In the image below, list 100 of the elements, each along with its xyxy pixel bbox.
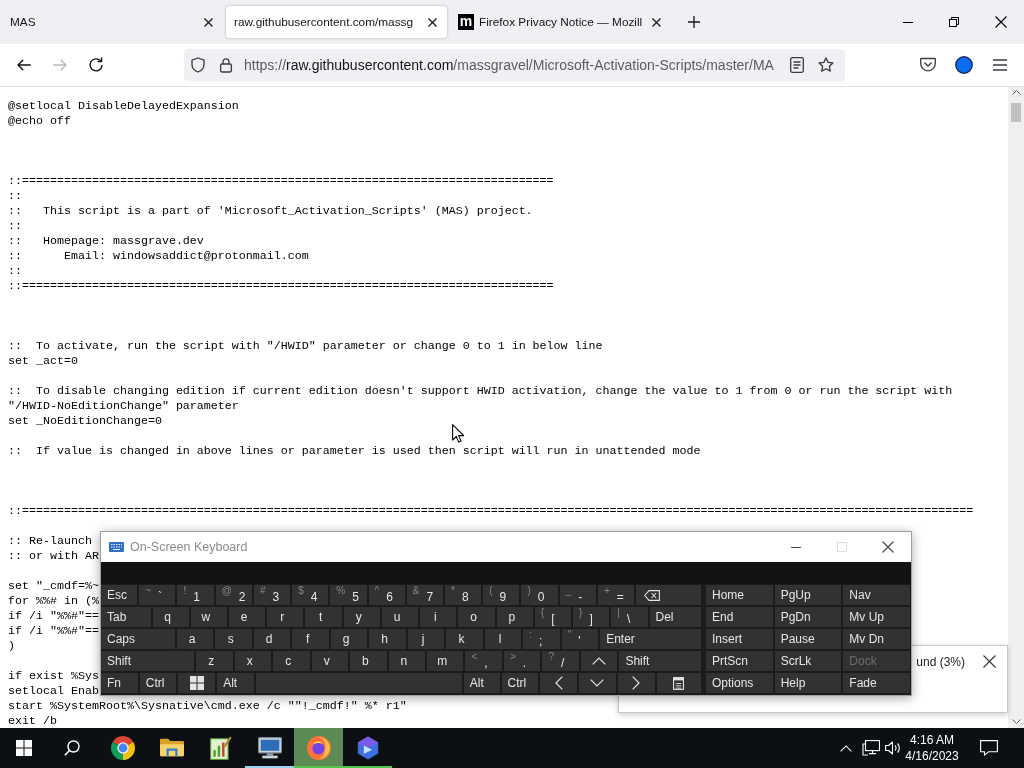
close-icon[interactable]	[428, 17, 437, 27]
keyboard-key[interactable]: Fade	[843, 673, 910, 693]
keyboard-key[interactable]: } ]	[573, 607, 610, 627]
browser-tab[interactable]: m Firefox Privacy Notice — Mozill	[450, 6, 671, 38]
keyboard-key[interactable]: j	[407, 629, 445, 649]
keyboard-key[interactable]	[656, 673, 701, 693]
keyboard-key[interactable]: Alt	[217, 673, 254, 693]
lock-icon[interactable]	[218, 57, 234, 73]
keyboard-key[interactable]: Home	[706, 585, 773, 605]
keyboard-key[interactable]: # 3	[253, 585, 291, 605]
keyboard-key[interactable]: g	[330, 629, 368, 649]
keyboard-key[interactable]: a	[176, 629, 214, 649]
keyboard-key[interactable]: Mv Dn	[843, 629, 910, 649]
keyboard-key[interactable]: Nav	[843, 585, 910, 605]
keyboard-key[interactable]: Fn	[101, 673, 138, 693]
browser-tab[interactable]: MAS	[2, 6, 223, 38]
volume-icon[interactable]	[885, 741, 901, 755]
keyboard-key[interactable]: ? /	[542, 651, 579, 671]
keyboard-key[interactable]: Options	[706, 673, 773, 693]
keyboard-key[interactable]: Ctrl	[139, 673, 177, 693]
close-icon[interactable]	[204, 17, 213, 27]
page-icon[interactable]	[789, 57, 805, 73]
keyboard-key[interactable]: Pause	[774, 629, 842, 649]
windows-logo-icon	[16, 740, 32, 756]
keyboard-key[interactable]: Shift	[619, 651, 701, 671]
browser-tab[interactable]: raw.githubusercontent.com/massg	[226, 6, 447, 38]
keyboard-key[interactable]: PrtScn	[706, 651, 773, 671]
keyboard-key[interactable]: s	[215, 629, 252, 649]
keyboard-key[interactable]: End	[706, 607, 773, 627]
network-icon[interactable]	[862, 740, 880, 756]
keyboard-key[interactable]: k	[446, 629, 483, 649]
keyboard-key[interactable]: _ -	[559, 585, 596, 605]
keyboard-key[interactable]: h	[369, 629, 406, 649]
keyboard-key[interactable]: d	[253, 629, 291, 649]
keyboard-key[interactable]: l	[484, 629, 522, 649]
keyboard-key[interactable]: : ;	[523, 629, 560, 649]
keyboard-key[interactable]: ( 9	[483, 585, 520, 605]
keyboard-key[interactable]: $ 4	[292, 585, 329, 605]
keyboard-key[interactable]: ^ 6	[368, 585, 405, 605]
keyboard-key[interactable]: Enter	[600, 629, 701, 649]
keyboard-key[interactable]: z	[196, 651, 233, 671]
keyboard-key[interactable]: f	[292, 629, 329, 649]
keyboard-key[interactable]: m	[427, 651, 464, 671]
notification-icon[interactable]	[980, 740, 998, 756]
clock[interactable]: 4:16 AM 4/16/2023	[904, 728, 960, 768]
keyboard-key[interactable]: ~ `	[139, 585, 176, 605]
keyboard-key[interactable]: v	[311, 651, 349, 671]
keyboard-key[interactable]: o	[458, 607, 495, 627]
keyboard-key[interactable]: @ 2	[215, 585, 252, 605]
chevron-up-icon[interactable]	[1011, 90, 1021, 95]
keyboard-key[interactable]: t	[305, 607, 342, 627]
code-line: set _act=0	[8, 354, 78, 368]
chevron-down-icon[interactable]	[1011, 719, 1021, 724]
keyboard-key[interactable]: Tab	[101, 607, 151, 627]
keyboard-key[interactable]: & 7	[406, 585, 444, 605]
keyboard-key[interactable]: PgDn	[774, 607, 842, 627]
close-icon	[994, 16, 1007, 28]
address-bar[interactable]: https://raw.githubusercontent.com/massgravel/Microsoft-Activation-Scripts/master/MA	[184, 49, 845, 81]
close-icon[interactable]	[983, 655, 996, 668]
keyboard-key[interactable]: Ctrl	[501, 673, 539, 693]
keyboard-key[interactable]: { [	[534, 607, 572, 627]
keyboard-key[interactable]	[178, 673, 216, 693]
keyboard-key[interactable]: < ,	[465, 651, 502, 671]
keyboard-key[interactable]: u	[381, 607, 419, 627]
keyboard-key[interactable]: Shift	[101, 651, 195, 671]
star-icon[interactable]	[818, 57, 834, 73]
keyboard-key[interactable]: Mv Up	[843, 607, 910, 627]
keyboard-key[interactable]: i	[420, 607, 457, 627]
keyboard-key[interactable]: e	[229, 607, 266, 627]
keyboard-key[interactable]: p	[496, 607, 533, 627]
keyboard-key[interactable]: c	[273, 651, 310, 671]
close-icon[interactable]	[652, 17, 661, 27]
keyboard-key[interactable]: r	[267, 607, 304, 627]
keyboard-key[interactable]: > .	[503, 651, 541, 671]
keyboard-key[interactable]: + =	[597, 585, 635, 605]
keyboard-key[interactable]: " '	[561, 629, 599, 649]
keyboard-key[interactable]: Insert	[706, 629, 773, 649]
keyboard-key[interactable]: y	[343, 607, 380, 627]
keyboard-key[interactable]: Caps	[101, 629, 175, 649]
scrollbar[interactable]	[1008, 87, 1024, 728]
keyboard-key[interactable]: ) 0	[521, 585, 558, 605]
keyboard-key[interactable]: ScrLk	[774, 651, 842, 671]
keyboard-key[interactable]: PgUp	[774, 585, 842, 605]
keyboard-key[interactable]: q	[152, 607, 189, 627]
shield-icon[interactable]	[190, 57, 206, 73]
keyboard-key[interactable]: Alt	[463, 673, 500, 693]
keyboard-key[interactable]: Help	[774, 673, 842, 693]
keyboard-key[interactable]: Del	[649, 607, 701, 627]
keyboard-key[interactable]: * 8	[445, 585, 482, 605]
keyboard-key[interactable]: n	[388, 651, 425, 671]
keyboard-key[interactable]: ! 1	[177, 585, 214, 605]
keyboard-key[interactable]: % 5	[330, 585, 367, 605]
keyboard-key[interactable]: w	[190, 607, 227, 627]
keyboard-key[interactable]: x	[234, 651, 272, 671]
keyboard-key[interactable]: | \	[611, 607, 648, 627]
keyboard-key[interactable]: b	[350, 651, 387, 671]
keyboard-key[interactable]: Esc	[101, 585, 138, 605]
url-field[interactable]: https://raw.githubusercontent.com/massgravel/Microsoft-Activation-Scripts/master/MA	[244, 57, 789, 73]
keyboard-key[interactable]	[636, 585, 701, 605]
scrollbar-thumb[interactable]	[1011, 103, 1021, 122]
